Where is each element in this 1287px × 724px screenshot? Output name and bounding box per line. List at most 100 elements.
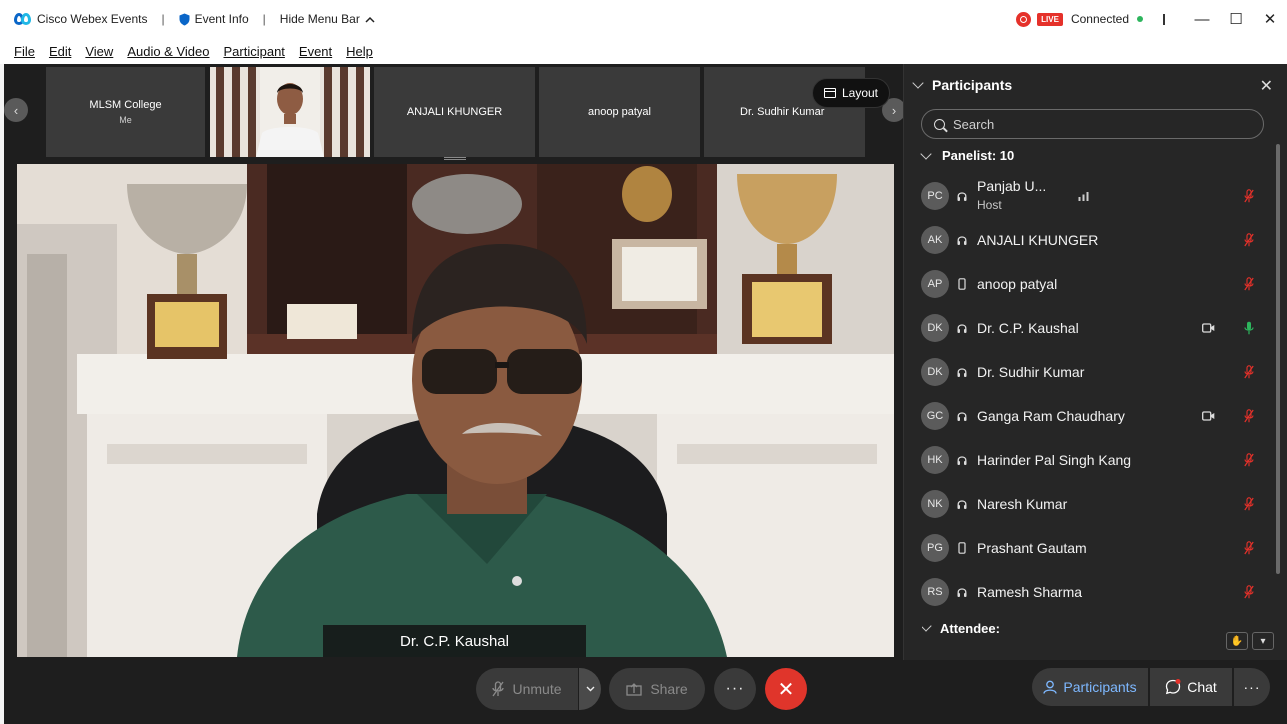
hide-menu-bar-label: Hide Menu Bar — [279, 12, 360, 26]
menu-audio-video[interactable]: Audio & Video — [127, 44, 209, 59]
participant-row[interactable]: RS Ramesh Sharma — [904, 570, 1274, 614]
menu-file[interactable]: File — [14, 44, 35, 59]
avatar: PC — [921, 182, 949, 210]
audio-options-button[interactable] — [579, 668, 601, 710]
recording-icon[interactable] — [1016, 11, 1032, 27]
mic-muted-icon[interactable] — [1244, 277, 1254, 291]
menu-participant[interactable]: Participant — [223, 44, 284, 59]
network-stats-icon[interactable] — [1078, 191, 1089, 201]
search-input[interactable] — [953, 116, 1233, 132]
reactions-icon[interactable]: ▾ — [1252, 632, 1274, 650]
hide-menu-bar-button[interactable]: Hide Menu Bar — [280, 12, 375, 26]
more-options-button[interactable]: ··· — [714, 668, 756, 710]
participant-row[interactable]: NK Naresh Kumar — [904, 482, 1274, 526]
title-bar: Cisco Webex Events | Event Info | Hide M… — [0, 0, 1287, 38]
participant-row[interactable]: PC Panjab U... Host — [904, 174, 1274, 218]
chevron-down-icon — [586, 686, 594, 692]
participant-name: Dr. C.P. Kaushal — [977, 320, 1079, 336]
participant-row[interactable]: DK Dr. C.P. Kaushal — [904, 306, 1274, 350]
participant-name: Naresh Kumar — [977, 496, 1068, 512]
webex-logo-icon — [14, 13, 31, 25]
camera-icon — [1202, 323, 1215, 333]
share-icon — [626, 682, 642, 696]
thumbnail-anoop-patyal[interactable]: anoop patyal — [539, 67, 700, 157]
participant-row[interactable]: PG Prashant Gautam — [904, 526, 1274, 570]
headset-icon — [957, 192, 967, 201]
participant-row[interactable]: AP anoop patyal — [904, 262, 1274, 306]
headset-icon — [957, 368, 967, 377]
event-info-button[interactable]: Event Info — [179, 12, 249, 26]
mic-muted-icon[interactable] — [1244, 233, 1254, 247]
connection-status: Connected — [1070, 12, 1129, 26]
live-badge: LIVE — [1037, 12, 1063, 26]
thumbnail-sub: Me — [119, 115, 132, 125]
thumbnail-video-frame — [210, 67, 370, 157]
participant-name: ANJALI KHUNGER — [977, 232, 1099, 248]
mic-muted-icon[interactable] — [1244, 497, 1254, 511]
avatar: GC — [921, 402, 949, 430]
share-button[interactable]: Share — [609, 668, 705, 710]
chat-toggle-button[interactable]: Chat — [1150, 668, 1232, 706]
thumbnail-anjali-khunger[interactable]: ANJALI KHUNGER — [374, 67, 535, 157]
mic-muted-icon[interactable] — [1244, 189, 1254, 203]
app-title: Cisco Webex Events — [37, 12, 148, 26]
participant-search[interactable] — [921, 109, 1264, 139]
event-info-label: Event Info — [194, 12, 249, 26]
mic-muted-icon[interactable] — [1244, 409, 1254, 423]
mic-muted-icon[interactable] — [1244, 453, 1254, 467]
panel-scrollbar[interactable] — [1276, 144, 1280, 574]
chevron-down-icon — [922, 622, 932, 632]
mic-muted-icon[interactable] — [1244, 541, 1254, 555]
thumbnails-prev-button[interactable]: ‹ — [4, 98, 28, 122]
thumbnail-video[interactable] — [210, 67, 370, 157]
active-speaker-label: Dr. C.P. Kaushal — [323, 625, 586, 657]
strip-resize-handle[interactable] — [444, 157, 466, 160]
participant-name: Ramesh Sharma — [977, 584, 1083, 600]
layout-button[interactable]: Layout — [812, 78, 890, 108]
mic-muted-icon[interactable] — [1244, 365, 1254, 379]
chat-icon — [1166, 679, 1181, 695]
chevron-down-icon — [920, 147, 932, 160]
participant-row[interactable]: GC Ganga Ram Chaudhary — [904, 394, 1274, 438]
maximize-button[interactable]: ☐ — [1219, 0, 1253, 38]
raise-hand-icon[interactable]: ✋ — [1226, 632, 1248, 650]
menu-edit[interactable]: Edit — [49, 44, 71, 59]
menu-event[interactable]: Event — [299, 44, 332, 59]
leave-meeting-button[interactable]: ✕ — [765, 668, 807, 710]
person-icon — [1043, 680, 1058, 694]
phone-icon — [958, 542, 966, 554]
minimize-button[interactable]: — — [1185, 0, 1219, 38]
avatar: RS — [921, 578, 949, 606]
camera-icon — [1202, 411, 1215, 421]
menu-bar: File Edit View Audio & Video Participant… — [0, 38, 1287, 64]
participant-row[interactable]: DK Dr. Sudhir Kumar — [904, 350, 1274, 394]
thumbnail-mlsm-college[interactable]: MLSM College Me — [46, 67, 205, 157]
unmute-label: Unmute — [512, 681, 562, 697]
headset-icon — [957, 500, 967, 509]
panel-header[interactable]: Participants — [904, 64, 1287, 106]
panelist-group-header[interactable]: Panelist: 10 — [920, 147, 1014, 163]
avatar: NK — [921, 490, 949, 518]
unmute-button[interactable]: Unmute — [476, 668, 578, 710]
participants-toggle-label: Participants — [1063, 679, 1137, 695]
close-window-button[interactable]: ✕ — [1253, 0, 1287, 38]
menu-view[interactable]: View — [85, 44, 113, 59]
participant-row[interactable]: AK ANJALI KHUNGER — [904, 218, 1274, 262]
participant-name: anoop patyal — [977, 276, 1058, 292]
share-label: Share — [650, 681, 688, 697]
panel-more-button[interactable]: ··· — [1234, 668, 1270, 706]
participants-toggle-button[interactable]: Participants — [1032, 668, 1148, 706]
main-video[interactable]: Dr. C.P. Kaushal — [17, 164, 894, 657]
thumbnail-name: anoop patyal — [588, 106, 651, 118]
mic-active-icon[interactable] — [1244, 321, 1254, 335]
participant-row[interactable]: HK Harinder Pal Singh Kang — [904, 438, 1274, 482]
thumbnail-name: MLSM College — [89, 99, 162, 111]
mic-muted-icon[interactable] — [1244, 585, 1254, 599]
chat-toggle-label: Chat — [1187, 679, 1217, 695]
control-bar: Unmute Share ··· ✕ Participants Chat ··· — [4, 660, 1287, 724]
close-panel-icon[interactable]: ✕ — [1260, 76, 1273, 96]
headset-icon — [957, 412, 967, 421]
attendee-group-header[interactable]: Attendee: — [922, 622, 1000, 634]
menu-help[interactable]: Help — [346, 44, 373, 59]
avatar: DK — [921, 314, 949, 342]
